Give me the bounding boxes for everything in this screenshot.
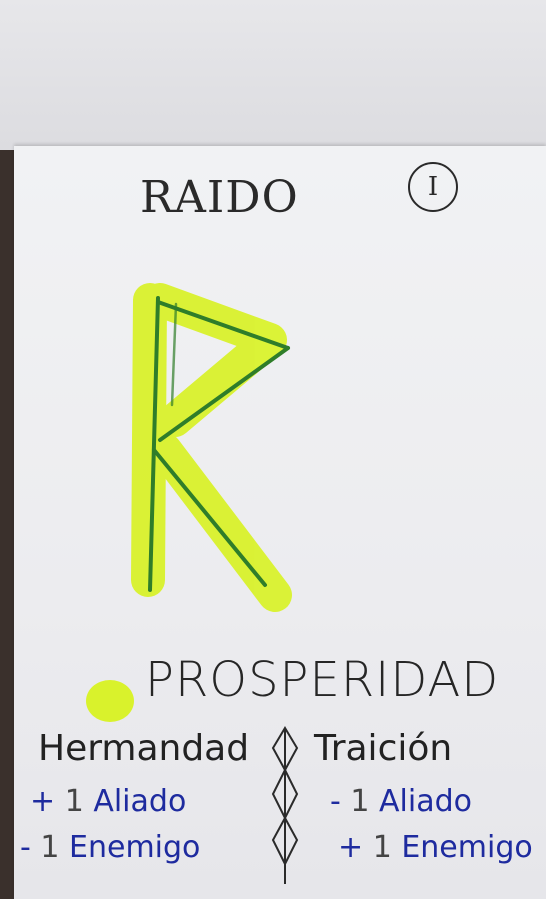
left-row-1-sign: + (30, 784, 56, 819)
diamond-divider (271, 726, 299, 884)
numeral-circle: I (408, 162, 458, 212)
raido-rune-drawing (131, 283, 292, 612)
photo-scene: RAIDO I PROSPERIDAD Hermandad Traición +… (0, 0, 546, 899)
left-column-heading: Hermandad (38, 728, 250, 769)
left-row-2-number: 1 (40, 830, 60, 865)
right-row-2-sign: + (338, 830, 364, 865)
left-row-2: - 1 Enemigo (20, 830, 200, 865)
right-row-2-text: Enemigo (401, 830, 533, 865)
right-row-2-number: 1 (372, 830, 392, 865)
right-row-1-sign: - (330, 784, 341, 819)
left-row-2-text: Enemigo (69, 830, 201, 865)
meaning-text: PROSPERIDAD (145, 652, 500, 708)
card-top-flap (0, 0, 546, 150)
right-row-1: - 1 Aliado (330, 784, 472, 819)
left-row-2-sign: - (20, 830, 31, 865)
right-column-heading: Traición (314, 728, 453, 769)
right-row-1-number: 1 (350, 784, 370, 819)
right-row-2: + 1 Enemigo (338, 830, 533, 865)
highlight-bullet-dot (86, 680, 134, 722)
left-row-1-number: 1 (64, 784, 84, 819)
rune-title: RAIDO (140, 172, 299, 223)
right-row-1-text: Aliado (379, 784, 472, 819)
left-row-1-text: Aliado (93, 784, 187, 819)
highlighter-strokes (131, 283, 292, 612)
left-row-1: + 1 Aliado (30, 784, 186, 819)
